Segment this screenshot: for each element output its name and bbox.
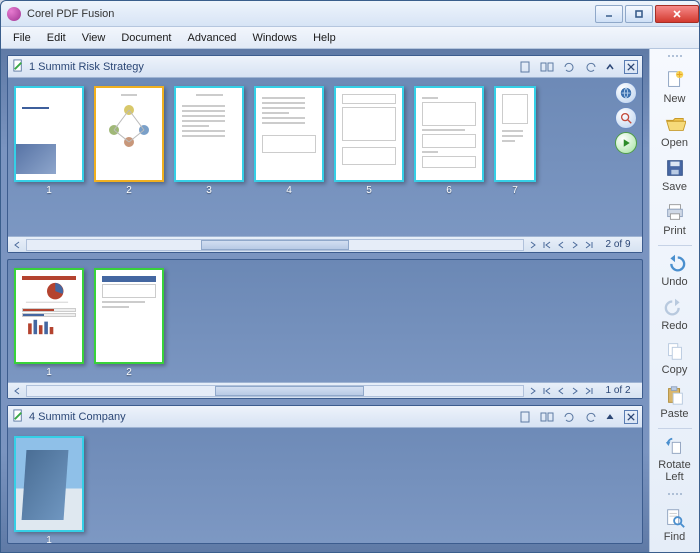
view-multi-icon[interactable] xyxy=(538,409,556,425)
main-area: 1 Summit Risk Strategy 1 2 xyxy=(1,49,649,552)
open-button[interactable]: Open xyxy=(653,111,697,153)
thumb-label: 1 xyxy=(46,535,52,543)
panel-collapse-icon[interactable] xyxy=(604,411,616,423)
panel-float-controls xyxy=(615,82,637,154)
find-button[interactable]: Find xyxy=(653,505,697,547)
thumb-label: 3 xyxy=(206,185,212,196)
page-thumb[interactable] xyxy=(14,268,84,364)
doc-panel-1: 1 Summit Risk Strategy 1 2 xyxy=(7,55,643,253)
prev-page-button[interactable] xyxy=(554,238,568,252)
doc-title: 4 Summit Company xyxy=(29,411,512,423)
panel-collapse-icon[interactable] xyxy=(604,61,616,73)
menu-document[interactable]: Document xyxy=(113,30,179,46)
page-thumb[interactable] xyxy=(14,86,84,182)
next-page-button[interactable] xyxy=(568,238,582,252)
save-button[interactable]: Save xyxy=(653,155,697,197)
thumb-label: 7 xyxy=(512,185,518,196)
rotate-icon[interactable] xyxy=(560,409,578,425)
thumb-label: 2 xyxy=(126,185,132,196)
side-label: Rotate Left xyxy=(653,459,697,483)
last-page-button[interactable] xyxy=(582,238,596,252)
rotate-left-button[interactable]: Rotate Left xyxy=(653,433,697,487)
page-thumb[interactable] xyxy=(94,268,164,364)
panel-close-button[interactable] xyxy=(624,410,638,424)
edit-document-icon xyxy=(12,59,25,75)
edit-document-icon xyxy=(12,409,25,425)
rotate2-icon[interactable] xyxy=(582,409,600,425)
minimize-button[interactable] xyxy=(595,5,623,23)
page-thumb[interactable] xyxy=(254,86,324,182)
side-label: Print xyxy=(663,225,686,237)
page-thumb[interactable] xyxy=(14,436,84,532)
maximize-button[interactable] xyxy=(625,5,653,23)
doc-panel-3: 4 Summit Company 1 xyxy=(7,405,643,544)
h-scrollbar[interactable] xyxy=(26,239,524,251)
app-icon xyxy=(7,7,21,21)
h-scrollbar[interactable] xyxy=(26,385,524,397)
grip-icon xyxy=(658,493,692,499)
scroll-right-button[interactable] xyxy=(526,238,540,252)
side-label: Copy xyxy=(662,364,688,376)
page-thumb[interactable] xyxy=(334,86,404,182)
scroll-right-button[interactable] xyxy=(526,384,540,398)
side-label: Undo xyxy=(661,276,687,288)
prev-page-button[interactable] xyxy=(554,384,568,398)
titlebar: Corel PDF Fusion xyxy=(1,1,699,27)
side-label: New xyxy=(663,93,685,105)
thumb-label: 2 xyxy=(126,367,132,378)
panel-close-button[interactable] xyxy=(624,60,638,74)
doc-title: 1 Summit Risk Strategy xyxy=(29,61,512,73)
menu-view[interactable]: View xyxy=(74,30,114,46)
float-play-icon[interactable] xyxy=(615,132,637,154)
thumb-label: 6 xyxy=(446,185,452,196)
copy-button[interactable]: Copy xyxy=(653,338,697,380)
side-label: Redo xyxy=(661,320,687,332)
app-title: Corel PDF Fusion xyxy=(27,8,593,20)
new-button[interactable]: New xyxy=(653,67,697,109)
side-label: Open xyxy=(661,137,688,149)
redo-button[interactable]: Redo xyxy=(653,294,697,336)
side-label: Find xyxy=(664,531,685,543)
side-label: Paste xyxy=(660,408,688,420)
side-label: Save xyxy=(662,181,687,193)
scroll-left-button[interactable] xyxy=(10,238,24,252)
view-single-icon[interactable] xyxy=(516,409,534,425)
menu-advanced[interactable]: Advanced xyxy=(180,30,245,46)
undo-button[interactable]: Undo xyxy=(653,250,697,292)
close-button[interactable] xyxy=(655,5,699,23)
thumb-label: 1 xyxy=(46,367,52,378)
print-button[interactable]: Print xyxy=(653,199,697,241)
page-thumb-selected[interactable] xyxy=(94,86,164,182)
menu-file[interactable]: File xyxy=(5,30,39,46)
next-page-button[interactable] xyxy=(568,384,582,398)
grip-icon xyxy=(658,55,692,61)
menu-edit[interactable]: Edit xyxy=(39,30,74,46)
page-thumb[interactable] xyxy=(494,86,536,182)
page-indicator: 1 of 2 xyxy=(596,385,640,396)
last-page-button[interactable] xyxy=(582,384,596,398)
first-page-button[interactable] xyxy=(540,238,554,252)
rotate-icon[interactable] xyxy=(560,59,578,75)
thumb-label: 4 xyxy=(286,185,292,196)
scroll-left-button[interactable] xyxy=(10,384,24,398)
first-page-button[interactable] xyxy=(540,384,554,398)
view-single-icon[interactable] xyxy=(516,59,534,75)
thumb-label: 5 xyxy=(366,185,372,196)
menubar: File Edit View Document Advanced Windows… xyxy=(1,27,699,49)
menu-help[interactable]: Help xyxy=(305,30,344,46)
float-zoom-icon[interactable] xyxy=(615,107,637,129)
page-indicator: 2 of 9 xyxy=(596,239,640,250)
paste-button[interactable]: Paste xyxy=(653,382,697,424)
page-thumb[interactable] xyxy=(414,86,484,182)
sidebar: New Open Save Print Undo Redo Copy Paste… xyxy=(649,49,699,552)
thumb-label: 1 xyxy=(46,185,52,196)
doc-panel-2: 1 2 1 of 2 xyxy=(7,259,643,399)
page-thumb[interactable] xyxy=(174,86,244,182)
menu-windows[interactable]: Windows xyxy=(244,30,305,46)
view-multi-icon[interactable] xyxy=(538,59,556,75)
app-window: Corel PDF Fusion File Edit View Document… xyxy=(0,0,700,553)
rotate2-icon[interactable] xyxy=(582,59,600,75)
float-world-icon[interactable] xyxy=(615,82,637,104)
